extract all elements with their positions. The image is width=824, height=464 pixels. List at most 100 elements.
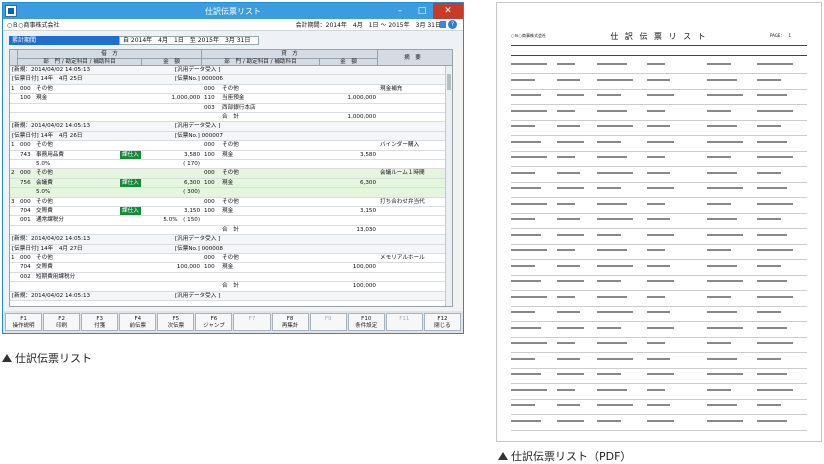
voucher-info-right: [伝票No.] 000006	[175, 76, 223, 83]
function-key-f11[interactable]: F11	[385, 313, 423, 331]
grid-cell: 現金	[222, 179, 234, 186]
close-button[interactable]: ✕	[433, 3, 463, 19]
grid-cell: その他	[222, 170, 239, 177]
grid-header: 借 方 貸 方 摘 要 部 門 / 勘定科目 / 補助科目 金 額 部 門 / …	[10, 50, 452, 66]
vertical-scrollbar[interactable]	[445, 66, 452, 306]
grid-cell: 000	[20, 198, 31, 205]
grid-cell: 現金	[222, 208, 234, 214]
voucher-info-left: [新規：2014/04/02 14:05:13	[12, 123, 91, 130]
grid-cell: 短期費用課税分	[36, 273, 76, 280]
grid-cell: 110	[204, 95, 215, 102]
table-row[interactable]: 1 000 その他 000 その他 メモリアルホール	[10, 254, 445, 264]
table-row[interactable]: 2 000 その他 000 その他 会議ルーム１時間	[10, 169, 445, 179]
function-key-f7[interactable]: F7	[233, 313, 271, 331]
grid-cell: 000	[204, 198, 215, 205]
period-range-field[interactable]: 自 2014年 4月 1日 至 2015年 3月 31日	[119, 35, 259, 45]
voucher-info-row[interactable]: [新規：2014/04/02 14:05:13 [汎用データ受入 ]	[10, 66, 445, 76]
table-row[interactable]: 3 000 その他 000 その他 打ち合わせ弁当代	[10, 198, 445, 207]
table-row[interactable]: 756 会議費 6,300 100 現金 6,300 課仕入	[10, 178, 445, 189]
grid-cell: メモリアルホール	[380, 255, 425, 261]
grid-cell: 現金	[36, 95, 48, 102]
triangle-icon	[2, 354, 12, 362]
function-key-f12[interactable]: F12 閉じる	[423, 313, 461, 331]
function-key-label: 付箋	[94, 323, 106, 329]
table-row[interactable]: 003 西部銀行本店	[10, 104, 445, 113]
journal-grid: 借 方 貸 方 摘 要 部 門 / 勘定科目 / 補助科目 金 額 部 門 / …	[9, 49, 453, 307]
grid-cell: 000	[204, 170, 215, 177]
grid-cell: 100	[20, 95, 31, 102]
grid-cell: 001	[20, 217, 31, 224]
grid-cell: 100	[204, 179, 215, 186]
table-row[interactable]: 5.0% ( 170)	[10, 160, 445, 170]
function-key-label: 閉じる	[434, 323, 451, 329]
grid-cell: 通常課税分	[36, 217, 64, 224]
voucher-info-row[interactable]: [新規：2014/04/02 14:05:13 [汎用データ受入 ]	[10, 291, 445, 301]
table-row[interactable]: 100 現金 1,000,000 110 当座預金 1,000,000	[10, 94, 445, 104]
function-key-number: F4	[134, 316, 142, 322]
table-row[interactable]: 743 事務用品費 3,580 100 現金 3,580 課仕入	[10, 150, 445, 160]
company-name: ○Ｂ○商事株式会社	[7, 22, 60, 29]
function-key-f1[interactable]: F1 操作説明	[5, 313, 43, 331]
voucher-info-row[interactable]: [伝票日付] 14年 4月 26日 [伝票No.] 000007	[10, 131, 445, 142]
credit-account-header: 部 門 / 勘定科目 / 補助科目	[202, 58, 320, 66]
table-row[interactable]: 1 000 その他 000 その他 現金補充	[10, 85, 445, 95]
grid-cell: 現金	[222, 151, 234, 158]
minimize-button[interactable]: –	[389, 3, 411, 19]
function-key-f10[interactable]: F10 条件設定	[347, 313, 385, 331]
function-key-number: F2	[58, 316, 65, 322]
scroll-thumb[interactable]	[447, 74, 451, 90]
voucher-info-row[interactable]: [伝票日付] 14年 4月 25日 [伝票No.] 000006	[10, 75, 445, 85]
function-key-number: F11	[399, 316, 410, 322]
grid-cell: その他	[222, 255, 239, 261]
voucher-info-row[interactable]: [新規：2014/04/02 14:05:13 [汎用データ受入 ]	[10, 122, 445, 132]
grid-cell: 5.0% ( 150)	[163, 217, 200, 224]
grid-cell: 000	[204, 255, 215, 261]
function-key-number: F8	[286, 316, 294, 322]
function-key-f5[interactable]: F5 次伝票	[157, 313, 195, 331]
help-icon[interactable]: ?	[448, 20, 457, 29]
function-key-label: 次伝票	[167, 323, 185, 329]
grid-cell: 000	[20, 142, 31, 149]
maximize-button[interactable]: □	[411, 3, 433, 19]
table-row[interactable]: 002 短期費用課税分	[10, 273, 445, 283]
grid-cell: ( 300)	[183, 189, 200, 196]
voucher-info-row[interactable]: [新規：2014/04/02 14:05:13 [汎用データ受入 ]	[10, 235, 445, 245]
function-key-number: F10	[361, 316, 372, 322]
grid-cell: 現金補充	[380, 85, 403, 92]
grid-cell: 事務用品費	[36, 151, 64, 158]
table-row[interactable]: 合 計 100,000	[10, 282, 445, 292]
grid-cell: その他	[222, 198, 239, 205]
grid-cell: 2	[11, 170, 15, 177]
table-row[interactable]: 001 通常課税分 5.0% ( 150)	[10, 216, 445, 226]
row-number-header	[10, 50, 18, 66]
bookmark-icon[interactable]	[440, 21, 446, 28]
function-key-number: F6	[210, 316, 218, 322]
function-key-f3[interactable]: F3 付箋	[81, 313, 119, 331]
grid-cell: 3,150	[183, 208, 200, 214]
function-key-f4[interactable]: F4 前伝票	[119, 313, 157, 331]
table-row[interactable]: 704 交際費 3,150 100 現金 3,150 課仕入	[10, 207, 445, 217]
grid-cell: その他	[222, 142, 239, 149]
function-key-f9[interactable]: F9	[309, 313, 347, 331]
grid-cell: 000	[204, 85, 215, 92]
grid-cell: 100,000	[352, 283, 376, 290]
voucher-info-row[interactable]: [伝票日付] 14年 4月 27日 [伝票No.] 000008	[10, 244, 445, 254]
voucher-info-left: [新規：2014/04/02 14:05:13	[12, 236, 91, 243]
grid-cell: その他	[36, 255, 53, 261]
fiscal-period: 会計期間：2014年 4月 1日 ～ 2015年 3月 31日	[295, 22, 441, 29]
function-key-f2[interactable]: F2 印刷	[43, 313, 81, 331]
function-key-label: 条件設定	[355, 323, 378, 329]
function-key-f8[interactable]: F8 再集計	[271, 313, 309, 331]
table-row[interactable]: 合 計 13,030	[10, 226, 445, 236]
grid-cell: 西部銀行本店	[222, 104, 256, 111]
table-row[interactable]: 704 交際費 100,000 100 現金 100,000	[10, 263, 445, 273]
period-type-select[interactable]: 累計期間	[9, 35, 119, 45]
table-row[interactable]: 合 計 1,000,000	[10, 113, 445, 123]
grid-cell: 交際費	[36, 208, 53, 214]
function-key-f6[interactable]: F6 ジャンプ	[195, 313, 233, 331]
table-row[interactable]: 1 000 その他 000 その他 バインダー購入	[10, 141, 445, 151]
tax-category-badge: 課仕入	[120, 178, 141, 187]
grid-cell: 5.0%	[36, 161, 51, 167]
function-key-bar: F1 操作説明 F2 印刷 F3 付箋 F4 前伝票 F5 次伝票 F6 ジャンプ F7 F8 再集計 F9 F…	[3, 311, 463, 333]
table-row[interactable]: 5.0% ( 300)	[10, 188, 445, 198]
